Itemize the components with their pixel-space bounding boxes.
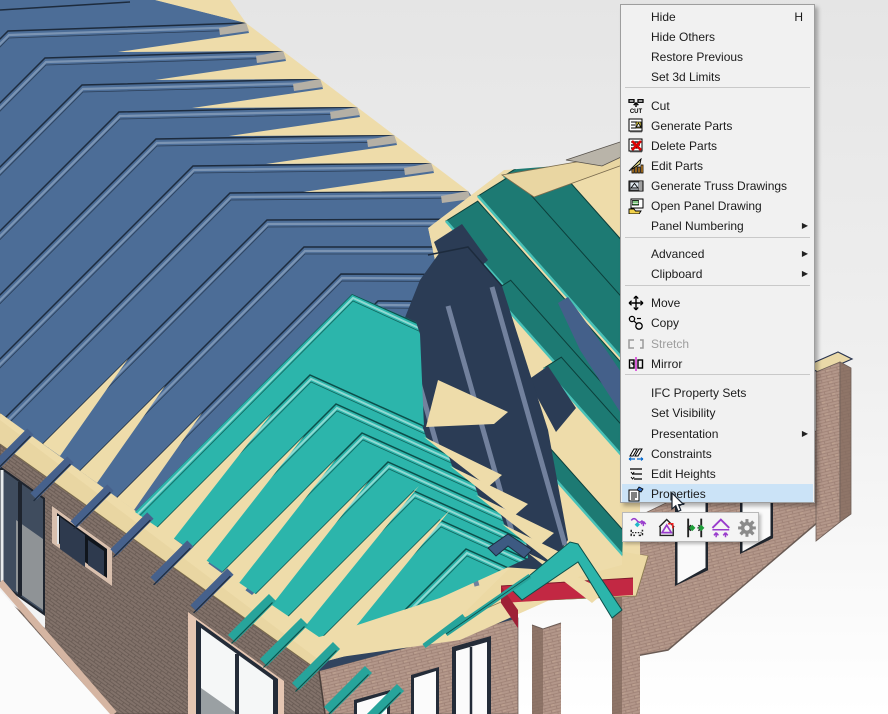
- svg-text:CUT: CUT: [630, 109, 643, 114]
